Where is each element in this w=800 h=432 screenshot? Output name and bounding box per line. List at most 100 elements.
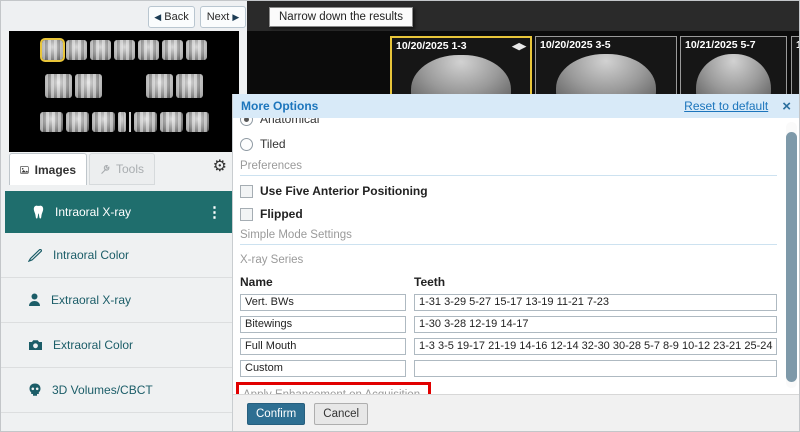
xray-thumbnail[interactable] (40, 112, 63, 132)
next-button[interactable]: Next ▶ (200, 6, 246, 28)
column-header-name: Name (240, 275, 414, 289)
image-filmstrip: 10/20/2025 1-3 ◀ ▶ 10/20/2025 3-5 10/21/… (247, 31, 800, 94)
more-options-body: Anatomical Tiled Preferences Use Five An… (233, 118, 800, 394)
thumbnail-date-label: 10/20/2025 1-3 ◀ ▶ (392, 38, 530, 53)
confirm-button[interactable]: Confirm (247, 403, 305, 425)
xray-thumbnail[interactable] (114, 40, 135, 60)
scrollbar-thumb[interactable] (786, 132, 797, 382)
image-icon (20, 164, 29, 176)
fmx-montage (9, 31, 239, 152)
thumbnail-date-label: 10/21/2025 5-7 (681, 37, 786, 52)
sidebar-item-intraoral-xray[interactable]: Intraoral X-ray ⋮ (5, 191, 232, 233)
series-teeth-input[interactable] (414, 360, 777, 377)
sidebar-item-label: Extraoral Color (53, 338, 133, 352)
camera-icon (28, 339, 43, 351)
sidebar-item-label: 3D Volumes/CBCT (52, 383, 153, 397)
xray-thumbnail[interactable] (66, 40, 87, 60)
narrow-results-button[interactable]: Narrow down the results (269, 7, 413, 27)
wrench-icon (100, 163, 110, 176)
sidebar-item-3d-volumes[interactable]: 3D Volumes/CBCT (1, 368, 247, 413)
reset-to-default-link[interactable]: Reset to default (684, 99, 768, 113)
sidebar-item-intraoral-color[interactable]: Intraoral Color (1, 233, 247, 278)
xray-thumbnail[interactable] (160, 112, 183, 132)
skull-icon (28, 383, 42, 397)
xray-thumbnail-selected[interactable] (42, 40, 63, 60)
sidebar-tabs: Images Tools ⚙ (9, 153, 247, 186)
gear-icon[interactable]: ⚙ (213, 156, 227, 176)
viewer-toolbar: Narrow down the results (247, 1, 800, 31)
panel-footer: Confirm Cancel (233, 394, 800, 432)
series-teeth-input[interactable]: 1-31 3-29 5-27 15-17 13-19 11-21 7-23 (414, 294, 777, 311)
app-window: Narrow down the results 10/20/2025 1-3 ◀… (0, 0, 800, 432)
xray-thumbnail[interactable] (186, 112, 209, 132)
series-name-input[interactable]: Full Mouth (240, 338, 406, 355)
xray-thumbnail[interactable] (66, 112, 89, 132)
thumbnail-date-label: 10/20/2025 3-5 (536, 37, 676, 52)
more-options-panel: More Options Reset to default × Anatomic… (232, 94, 800, 432)
checkbox-icon[interactable] (240, 208, 253, 221)
sidebar-item-label: Extraoral X-ray (51, 293, 131, 307)
radio-label: Anatomical (260, 118, 319, 126)
xray-thumbnail[interactable] (129, 112, 131, 132)
radio-row-anatomical[interactable]: Anatomical (240, 118, 777, 128)
series-row: Custom (240, 360, 777, 377)
section-simple-mode: Simple Mode Settings (240, 229, 777, 245)
annotation-highlight-box: Apply Enhancement on Acquisition Default (236, 382, 431, 394)
sidebar-item-extraoral-xray[interactable]: Extraoral X-ray (1, 278, 247, 323)
more-options-header: More Options Reset to default × (233, 94, 800, 118)
person-icon (28, 293, 41, 307)
series-name-input[interactable]: Bitewings (240, 316, 406, 333)
sidebar: ◀ Back Next ▶ (1, 1, 247, 432)
montage-gap (105, 86, 143, 87)
checkbox-row-flipped[interactable]: Flipped (240, 206, 777, 222)
radio-icon[interactable] (240, 118, 253, 126)
xray-thumbnail[interactable] (176, 74, 203, 98)
section-preferences: Preferences (240, 160, 777, 176)
series-table-header: Name Teeth (240, 275, 777, 289)
series-name-input[interactable]: Vert. BWs (240, 294, 406, 311)
cancel-button[interactable]: Cancel (314, 403, 368, 425)
series-teeth-input[interactable]: 1-30 3-28 12-19 14-17 (414, 316, 777, 333)
section-xray-series: X-ray Series (240, 254, 777, 266)
xray-thumbnail[interactable] (162, 40, 183, 60)
xray-thumbnail[interactable] (186, 40, 207, 60)
tooth-icon (32, 205, 45, 220)
tab-tools-label: Tools (116, 162, 144, 176)
series-teeth-input[interactable]: 1-3 3-5 19-17 21-19 14-16 12-14 32-30 30… (414, 338, 777, 355)
kebab-menu-icon[interactable]: ⋮ (207, 203, 222, 221)
sidebar-item-label: Intraoral X-ray (55, 205, 131, 219)
next-image-icon[interactable]: ▶ (519, 41, 526, 52)
xray-thumbnail[interactable] (134, 112, 157, 132)
series-name-input[interactable]: Custom (240, 360, 406, 377)
xray-thumbnail[interactable] (118, 112, 126, 132)
close-icon[interactable]: × (782, 99, 791, 114)
category-list: Intraoral X-ray ⋮ Intraoral Color Extrao… (1, 186, 247, 413)
series-row: Bitewings 1-30 3-28 12-19 14-17 (240, 316, 777, 333)
back-button[interactable]: ◀ Back (148, 6, 195, 28)
radio-row-tiled[interactable]: Tiled (240, 135, 777, 153)
back-arrow-icon: ◀ (154, 12, 161, 22)
checkbox-label: Flipped (260, 207, 303, 221)
xray-thumbnail[interactable] (92, 112, 115, 132)
thumbnail-date-label: 1 (792, 37, 800, 52)
sidebar-item-label: Intraoral Color (53, 248, 129, 262)
sidebar-item-extraoral-color[interactable]: Extraoral Color (1, 323, 247, 368)
xray-thumbnail[interactable] (138, 40, 159, 60)
series-row: Full Mouth 1-3 3-5 19-17 21-19 14-16 12-… (240, 338, 777, 355)
xray-thumbnail[interactable] (90, 40, 111, 60)
xray-thumbnail[interactable] (45, 74, 72, 98)
checkbox-row-five-anterior[interactable]: Use Five Anterior Positioning (240, 183, 777, 199)
checkbox-label: Use Five Anterior Positioning (260, 184, 428, 198)
sidebar-nav-bar: ◀ Back Next ▶ (1, 1, 247, 31)
tab-images[interactable]: Images (9, 153, 87, 185)
series-row: Vert. BWs 1-31 3-29 5-27 15-17 13-19 11-… (240, 294, 777, 311)
tab-tools[interactable]: Tools (89, 153, 155, 185)
xray-thumbnail[interactable] (75, 74, 102, 98)
radio-icon[interactable] (240, 138, 253, 151)
checkbox-icon[interactable] (240, 185, 253, 198)
xray-thumbnail[interactable] (146, 74, 173, 98)
pen-icon (28, 249, 43, 262)
panel-scrollbar[interactable] (786, 122, 797, 388)
next-arrow-icon: ▶ (232, 12, 239, 22)
tab-images-label: Images (35, 163, 76, 177)
